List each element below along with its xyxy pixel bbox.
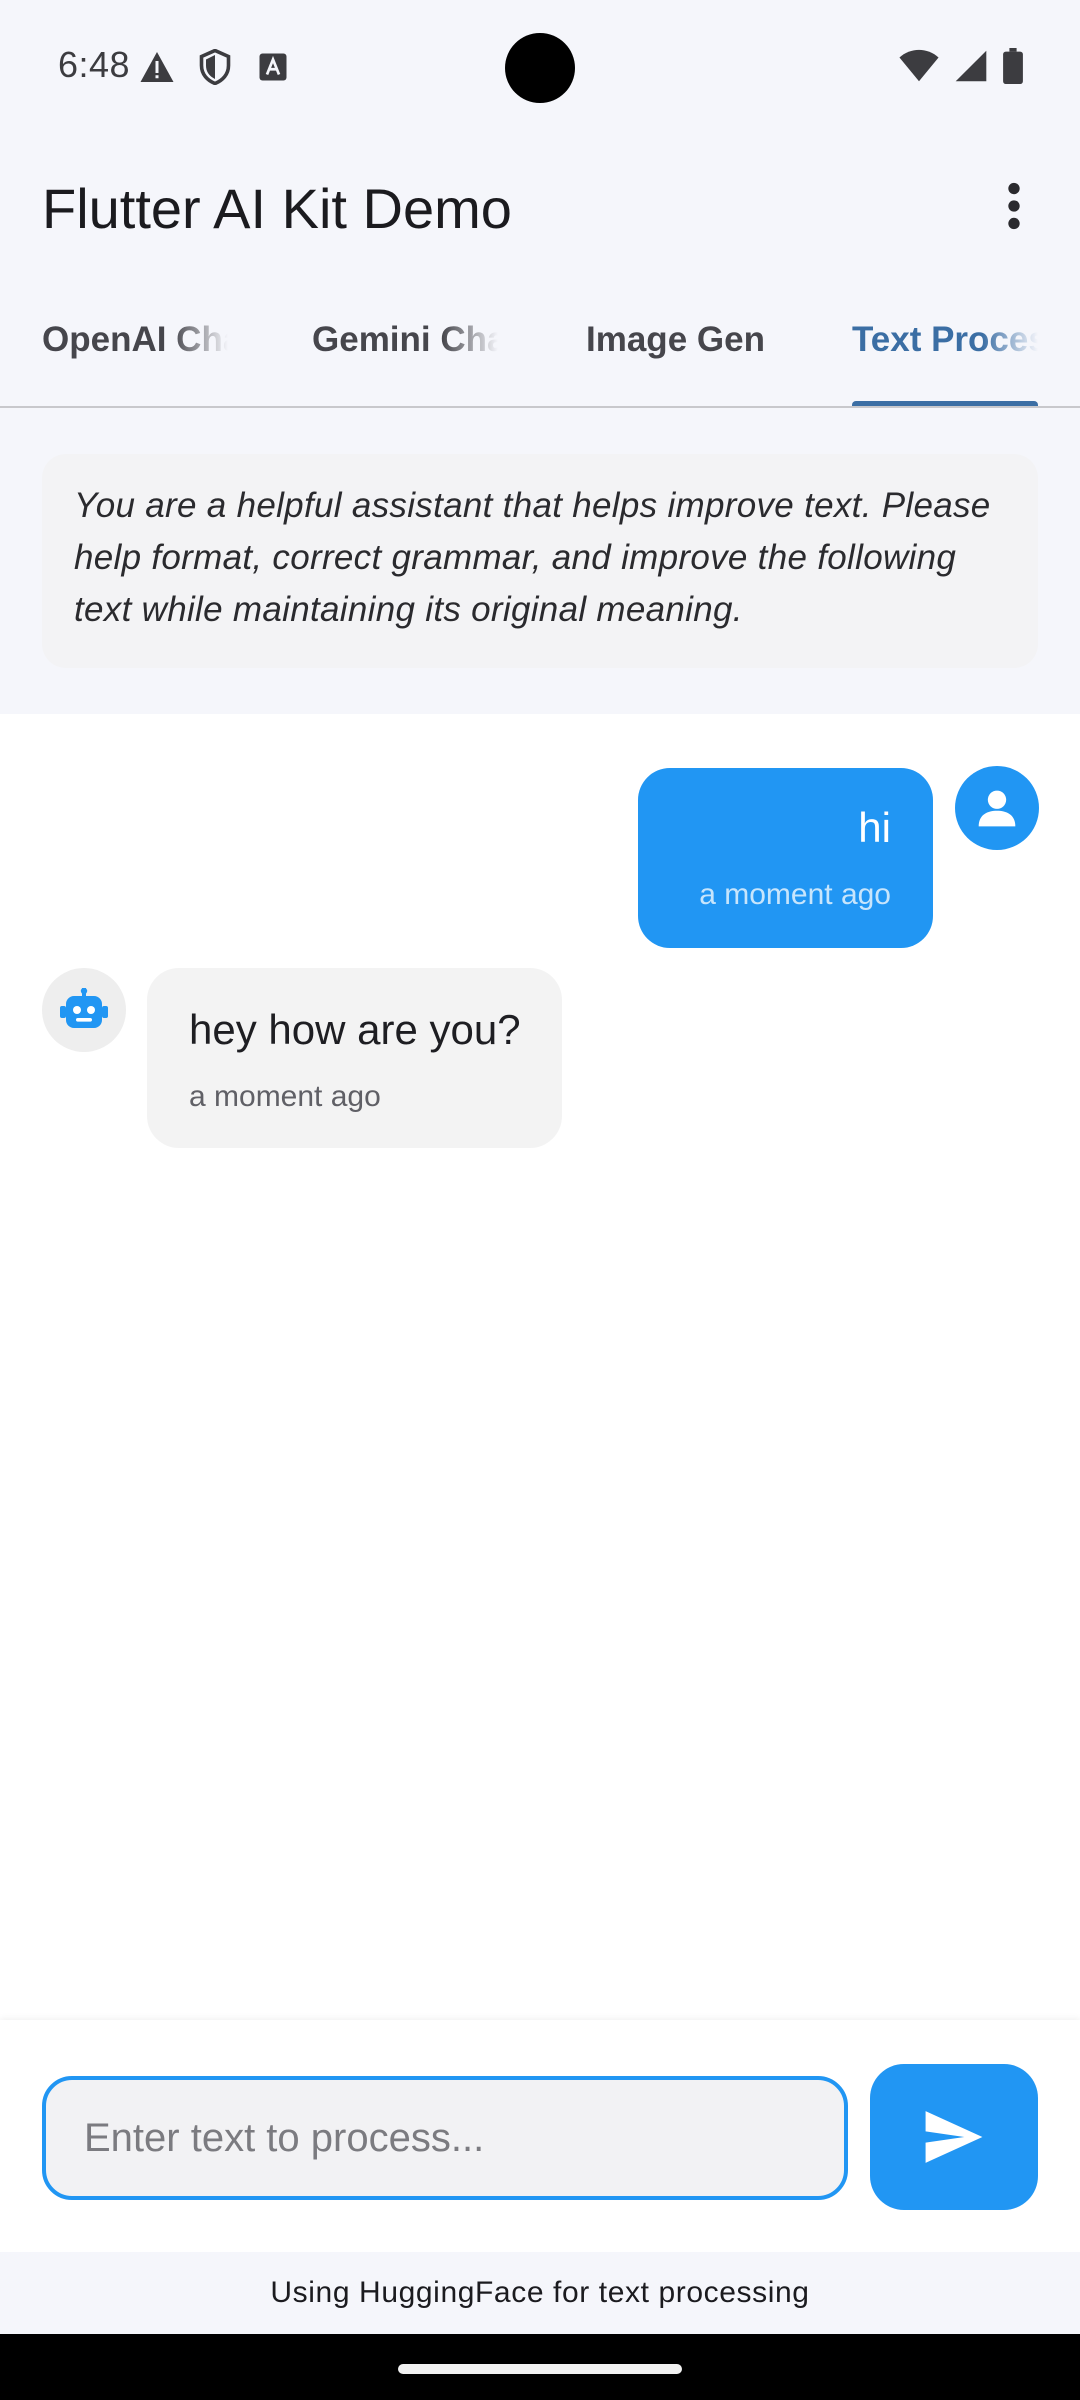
status-left-icons [138, 48, 292, 86]
status-time: 6:48 [58, 44, 131, 85]
more-vert-icon [1008, 182, 1020, 230]
robot-icon [60, 988, 108, 1028]
tab-indicator [852, 401, 1038, 406]
tab-text-processing[interactable]: Text Processing [852, 320, 1038, 360]
home-gesture-handle[interactable] [398, 2364, 682, 2374]
footer: Using HuggingFace for text processing [0, 2252, 1080, 2334]
send-icon [925, 2111, 983, 2163]
tab-bar: OpenAI Chat Gemini Chat Image Gen Text P… [0, 290, 1080, 408]
warning-icon [138, 48, 176, 86]
signal-icon [954, 49, 988, 88]
wifi-icon [898, 49, 940, 88]
chat-area[interactable]: hi a moment ago hey how are you? a momen… [0, 714, 1080, 2020]
status-bar: 6:48 [0, 0, 1080, 136]
tab-image-gen[interactable]: Image Gen [586, 320, 786, 360]
shield-icon [196, 48, 234, 86]
status-right-icons [898, 48, 1024, 89]
system-prompt-area: You are a helpful assistant that helps i… [0, 408, 1080, 714]
more-options-button[interactable] [982, 174, 1046, 238]
tab-gemini-chat[interactable]: Gemini Chat [312, 320, 498, 360]
navigation-bar [0, 2334, 1080, 2400]
tab-openai-chat[interactable]: OpenAI Chat [42, 320, 228, 360]
battery-icon [1002, 48, 1024, 89]
assistant-avatar [42, 968, 126, 1052]
user-message-time: a moment ago [699, 878, 891, 911]
system-prompt-text: You are a helpful assistant that helps i… [74, 486, 991, 629]
user-avatar [955, 766, 1039, 850]
assistant-message-text: hey how are you? [189, 1006, 521, 1053]
footer-text: Using HuggingFace for text processing [270, 2276, 810, 2309]
app-screen: 6:48 Flutter AI Kit Demo OpenAI Ch Gemin… [0, 0, 1080, 2400]
app-bar: Flutter AI Kit Demo [0, 136, 1080, 276]
text-input[interactable] [42, 2076, 848, 2200]
input-area [0, 2020, 1080, 2252]
assistant-message-time: a moment ago [189, 1080, 381, 1113]
keyboard-a-icon [254, 48, 292, 86]
person-icon [978, 790, 1016, 827]
app-title: Flutter AI Kit Demo [42, 177, 512, 240]
user-message-text: hi [858, 804, 891, 851]
system-prompt-card: You are a helpful assistant that helps i… [42, 454, 1038, 668]
camera-cutout [505, 33, 575, 103]
user-message-bubble: hi a moment ago [638, 768, 933, 948]
assistant-message-bubble: hey how are you? a moment ago [147, 968, 562, 1148]
send-button[interactable] [870, 2064, 1038, 2210]
